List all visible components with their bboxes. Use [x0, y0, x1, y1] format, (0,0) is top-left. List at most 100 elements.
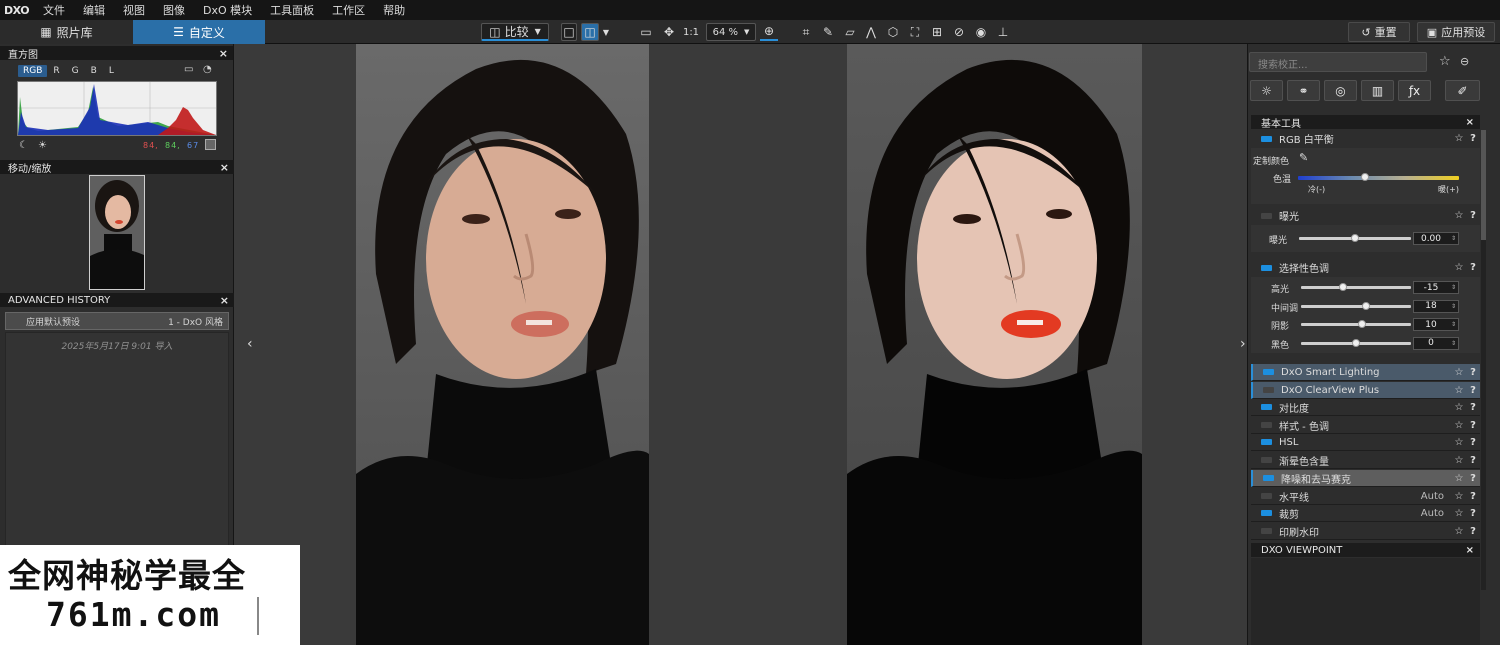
menu-dxo-modules[interactable]: DxO 模块 [194, 2, 261, 18]
collapse-left-icon[interactable]: ‹ [247, 336, 253, 352]
star-icon[interactable]: ☆ [1452, 402, 1466, 413]
red-eye-tool[interactable]: ◉ [972, 23, 990, 41]
collapse-right-icon[interactable]: › [1240, 336, 1246, 352]
star-icon[interactable]: ☆ [1452, 367, 1466, 378]
help-icon[interactable]: ? [1466, 437, 1480, 448]
image-viewer[interactable]: ‹ › [234, 44, 1247, 645]
module-row[interactable]: DxO Smart Lighting ☆? [1251, 364, 1480, 381]
module-row[interactable]: 对比度 ☆? [1251, 399, 1480, 416]
star-icon[interactable]: ☆ [1452, 526, 1466, 537]
tone-slider[interactable] [1301, 304, 1411, 308]
star-icon[interactable]: ☆ [1452, 420, 1466, 431]
shadow-clip-icon[interactable]: ☾ [19, 140, 28, 151]
fit-button[interactable]: ▭ [637, 23, 655, 41]
perspective-tool[interactable]: ⋀ [862, 23, 880, 41]
help-icon[interactable]: ? [1466, 210, 1480, 221]
star-icon[interactable]: ☆ [1452, 133, 1466, 144]
module-toggle[interactable] [1263, 475, 1274, 481]
help-icon[interactable]: ? [1466, 491, 1480, 502]
local-adjustments-tool[interactable]: ⊞ [928, 23, 946, 41]
tone-value[interactable]: 0 ⇕ [1413, 336, 1459, 350]
star-icon[interactable]: ☆ [1452, 455, 1466, 466]
help-icon[interactable]: ? [1466, 262, 1480, 273]
apply-preset-button[interactable]: ▣ 应用预设 [1417, 22, 1495, 42]
star-icon[interactable]: ☆ [1439, 54, 1451, 69]
tone-knob[interactable] [1361, 301, 1370, 310]
scrollbar-thumb[interactable] [1481, 130, 1486, 240]
crop-tool[interactable]: ⌗ [797, 23, 815, 41]
reset-button[interactable]: ↺ 重置 [1348, 22, 1410, 42]
module-toggle[interactable] [1261, 212, 1272, 219]
module-row[interactable]: 渐晕色含量 ☆? [1251, 452, 1480, 469]
exposure-knob[interactable] [1351, 234, 1359, 242]
side-by-side-button[interactable]: ◫ [581, 23, 599, 41]
star-icon[interactable]: ☆ [1452, 491, 1466, 502]
help-icon[interactable]: ? [1466, 133, 1480, 144]
channel-l[interactable]: L [103, 66, 120, 76]
module-toggle[interactable] [1261, 457, 1272, 463]
module-row[interactable]: 降噪和去马赛克 ☆? [1251, 470, 1480, 487]
monitor-icon[interactable]: ▭ [184, 64, 193, 75]
module-row[interactable]: 水平线 Auto ☆? [1251, 488, 1480, 505]
search-input[interactable]: 搜索校正... [1249, 52, 1427, 72]
help-icon[interactable]: ? [1466, 367, 1480, 378]
module-row[interactable]: DxO ClearView Plus ☆? [1251, 382, 1480, 399]
star-icon[interactable]: ☆ [1452, 473, 1466, 484]
help-icon[interactable]: ? [1466, 508, 1480, 519]
module-toggle[interactable] [1261, 135, 1272, 142]
module-toggle[interactable] [1263, 387, 1274, 393]
module-selective-tones[interactable]: 选择性色调 ☆ ? [1251, 259, 1480, 276]
history-row[interactable]: 应用默认预设 1 - DxO 风格 [5, 312, 229, 330]
category-geometry[interactable]: ▥ [1361, 80, 1394, 101]
tone-value[interactable]: -15 ⇕ [1413, 281, 1459, 294]
exposure-value[interactable]: 0.00 ⇕ [1413, 232, 1459, 245]
stepper-icon[interactable]: ⇕ [1451, 235, 1456, 242]
close-icon[interactable]: × [1466, 117, 1474, 128]
zoom-select[interactable]: 64 % ▼ [706, 23, 756, 41]
star-icon[interactable]: ☆ [1452, 437, 1466, 448]
close-icon[interactable]: × [219, 47, 228, 60]
module-exposure[interactable]: 曝光 ☆ ? [1251, 207, 1480, 224]
zoom-100-button[interactable]: 1:1 [681, 23, 701, 41]
help-icon[interactable]: ? [1466, 385, 1480, 396]
module-toggle[interactable] [1261, 264, 1272, 271]
help-icon[interactable]: ? [1466, 402, 1480, 413]
category-color[interactable]: ⚭ [1287, 80, 1320, 101]
tab-customize[interactable]: ☰ 自定义 [133, 20, 265, 44]
tab-photo-library[interactable]: ▦ 照片库 [0, 20, 133, 44]
star-icon[interactable]: ☆ [1452, 508, 1466, 519]
close-icon[interactable]: × [220, 161, 229, 174]
stepper-icon[interactable]: ⇕ [1451, 284, 1456, 291]
category-light[interactable]: ☼ [1250, 80, 1283, 101]
help-icon[interactable]: ? [1466, 420, 1480, 431]
miniature-tool[interactable]: ⛶ [906, 23, 924, 41]
stepper-icon[interactable]: ⇕ [1451, 303, 1456, 310]
close-icon[interactable]: × [1466, 545, 1474, 556]
category-detail[interactable]: ◎ [1324, 80, 1357, 101]
channel-rgb[interactable]: RGB [18, 65, 48, 77]
temperature-slider[interactable] [1298, 176, 1459, 180]
loupe-button[interactable]: ⊕ [760, 23, 778, 41]
menu-help[interactable]: 帮助 [374, 2, 414, 18]
close-icon[interactable]: × [220, 294, 229, 307]
tone-value[interactable]: 18 ⇕ [1413, 299, 1459, 313]
stepper-icon[interactable]: ⇕ [1451, 321, 1456, 328]
repair-tool[interactable]: ⊘ [950, 23, 968, 41]
module-row[interactable]: 印刷水印 ☆? [1251, 523, 1480, 540]
module-toggle[interactable] [1263, 369, 1274, 375]
star-icon[interactable]: ☆ [1452, 262, 1466, 273]
tone-value[interactable]: 10 ⇕ [1413, 318, 1459, 331]
help-icon[interactable]: ? [1466, 455, 1480, 466]
compare-button[interactable]: ◫ 比较 ▼ [481, 23, 549, 41]
category-local[interactable]: ✐ [1445, 80, 1480, 101]
module-white-balance[interactable]: RGB 白平衡 ☆ ? [1251, 130, 1480, 147]
module-row[interactable]: HSL ☆? [1251, 434, 1480, 451]
watermark-tool[interactable]: ⊥ [994, 23, 1012, 41]
tone-knob[interactable] [1338, 283, 1347, 291]
tone-knob[interactable] [1352, 338, 1360, 347]
eyedropper-icon[interactable]: ✎ [1299, 151, 1308, 164]
channel-r[interactable]: R [47, 66, 65, 76]
tone-slider[interactable] [1301, 286, 1411, 289]
star-icon[interactable]: ☆ [1452, 210, 1466, 221]
original-image[interactable] [356, 44, 649, 645]
